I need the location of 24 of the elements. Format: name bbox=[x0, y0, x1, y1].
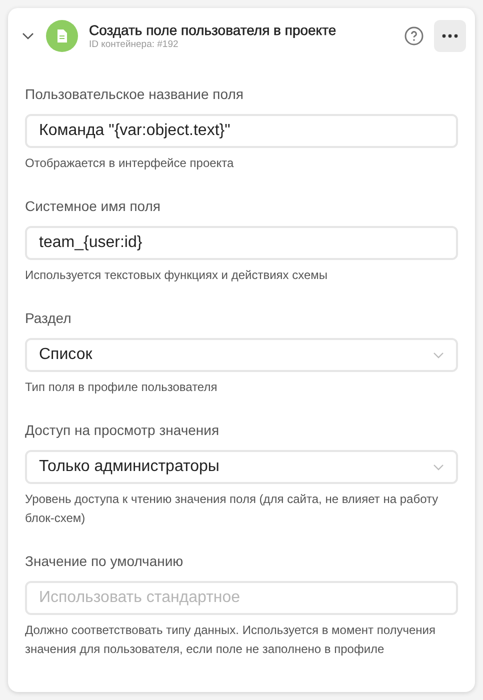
select-field[interactable]: Список bbox=[25, 338, 458, 372]
document-icon bbox=[46, 20, 78, 52]
input-field[interactable]: Использовать стандартное bbox=[25, 581, 458, 615]
field-hint: Должно соответствовать типу данных. Используется в момент получения значения для пользователя, если поле не заполнено в профиле bbox=[25, 622, 436, 658]
help-icon[interactable] bbox=[404, 26, 424, 46]
field-label: Доступ на просмотр значения bbox=[25, 421, 220, 440]
more-button[interactable] bbox=[434, 20, 466, 52]
field-hint: Тип поля в профиле пользователя bbox=[25, 379, 218, 396]
input-field[interactable]: Команда "{var:object.text}" bbox=[25, 114, 458, 148]
chevron-down-icon bbox=[433, 464, 444, 470]
input-field[interactable]: team_{user:id} bbox=[25, 226, 458, 260]
chevron-down-icon bbox=[433, 352, 444, 358]
field-label: Раздел bbox=[25, 309, 72, 328]
field-hint: Уровень доступа к чтению значения поля (для сайта, не влияет на работу блок-схем) bbox=[25, 491, 440, 527]
card-title: Создать поле пользователя в проекте bbox=[89, 21, 338, 39]
chevron-icon[interactable] bbox=[22, 32, 34, 40]
select-field[interactable]: Только администраторы bbox=[25, 450, 458, 484]
field-label: Системное имя поля bbox=[25, 197, 162, 216]
field-hint: Используется текстовых функциях и действиях схемы bbox=[25, 267, 329, 284]
more-icon bbox=[442, 34, 458, 38]
container-id: ID контейнера: #192 bbox=[89, 39, 180, 51]
field-label: Пользовательское название поля bbox=[25, 85, 244, 104]
field-hint: Отображается в интерфейсе проекта bbox=[25, 155, 235, 172]
field-label: Значение по умолчанию bbox=[25, 552, 184, 571]
